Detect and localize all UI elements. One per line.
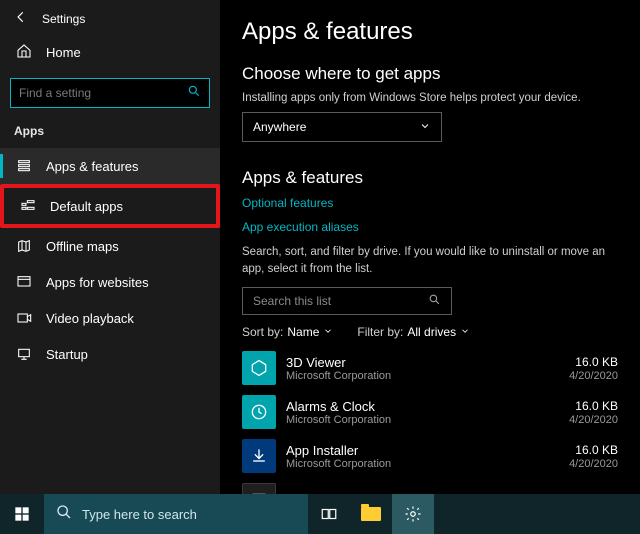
home-label: Home	[46, 45, 81, 60]
video-playback-icon	[16, 310, 32, 326]
sort-by-control[interactable]: Sort by: Name	[242, 325, 333, 339]
taskbar-search[interactable]: Type here to search	[44, 494, 308, 534]
sidebar-item-label: Offline maps	[46, 239, 119, 254]
filter-label: Filter by:	[357, 325, 403, 339]
apps-features-icon	[16, 158, 32, 174]
default-apps-icon	[20, 198, 36, 214]
sidebar: Settings Home Apps Apps & features	[0, 0, 220, 494]
search-icon	[56, 504, 72, 525]
app-name: Alarms & Clock	[286, 399, 559, 415]
file-explorer-icon[interactable]	[350, 494, 392, 534]
sidebar-section-label: Apps	[0, 118, 220, 148]
app-row[interactable]: App Installer Microsoft Corporation 16.0…	[242, 439, 618, 473]
apps-list: 3D Viewer Microsoft Corporation 16.0 KB …	[242, 351, 618, 494]
sidebar-item-apps-for-websites[interactable]: Apps for websites	[0, 264, 220, 300]
app-execution-aliases-link[interactable]: App execution aliases	[242, 220, 618, 234]
sort-value: Name	[287, 325, 319, 339]
sidebar-nav: Apps & features Default apps Offline map…	[0, 148, 220, 372]
sidebar-item-default-apps[interactable]: Default apps	[4, 188, 216, 224]
sidebar-item-label: Startup	[46, 347, 88, 362]
taskbar: Type here to search	[0, 494, 640, 534]
page-title: Apps & features	[242, 18, 618, 46]
apps-search-box[interactable]	[242, 287, 452, 315]
sidebar-item-offline-maps[interactable]: Offline maps	[0, 228, 220, 264]
app-publisher: Microsoft Corporation	[286, 370, 559, 382]
app-row[interactable]: Apple Software Update 2.38 MB	[242, 483, 618, 494]
main-content: Apps & features Choose where to get apps…	[220, 0, 640, 494]
app-size: 16.0 KB	[569, 355, 618, 369]
sidebar-item-label: Video playback	[46, 311, 134, 326]
app-row[interactable]: 3D Viewer Microsoft Corporation 16.0 KB …	[242, 351, 618, 385]
home-nav[interactable]: Home	[0, 33, 220, 72]
sort-label: Sort by:	[242, 325, 283, 339]
app-publisher: Microsoft Corporation	[286, 414, 559, 426]
search-icon	[187, 84, 201, 103]
settings-header: Settings	[0, 0, 220, 33]
app-tile-icon	[242, 395, 276, 429]
section-helper-text: Installing apps only from Windows Store …	[242, 92, 618, 104]
back-icon[interactable]	[14, 10, 28, 27]
settings-taskbar-icon[interactable]	[392, 494, 434, 534]
app-tile-icon	[242, 439, 276, 473]
optional-features-link[interactable]: Optional features	[242, 196, 618, 210]
sort-filter-bar: Sort by: Name Filter by: All drives	[242, 325, 618, 339]
sidebar-item-label: Default apps	[50, 199, 123, 214]
apps-list-description: Search, sort, and filter by drive. If yo…	[242, 244, 618, 277]
sidebar-item-startup[interactable]: Startup	[0, 336, 220, 372]
section-heading-apps: Apps & features	[242, 168, 618, 188]
app-source-dropdown[interactable]: Anywhere	[242, 112, 442, 142]
app-tile-icon	[242, 351, 276, 385]
app-size: 2.38 MB	[573, 493, 618, 494]
apps-websites-icon	[16, 274, 32, 290]
sidebar-item-video-playback[interactable]: Video playback	[0, 300, 220, 336]
dropdown-value: Anywhere	[253, 120, 306, 134]
chevron-down-icon	[419, 120, 431, 135]
sidebar-item-label: Apps & features	[46, 159, 139, 174]
app-date: 4/20/2020	[569, 370, 618, 382]
section-heading-where: Choose where to get apps	[242, 64, 618, 84]
sidebar-item-label: Apps for websites	[46, 275, 149, 290]
app-publisher: Microsoft Corporation	[286, 458, 559, 470]
app-tile-icon	[242, 483, 276, 494]
find-setting-search[interactable]	[10, 78, 210, 108]
app-size: 16.0 KB	[569, 399, 618, 413]
app-date: 4/20/2020	[569, 458, 618, 470]
taskbar-search-placeholder: Type here to search	[82, 507, 197, 522]
app-date: 4/20/2020	[569, 414, 618, 426]
start-button[interactable]	[0, 494, 44, 534]
task-view-icon[interactable]	[308, 494, 350, 534]
filter-value: All drives	[407, 325, 456, 339]
chevron-down-icon	[460, 325, 470, 339]
search-icon	[428, 293, 441, 309]
folder-icon	[361, 507, 381, 521]
filter-by-control[interactable]: Filter by: All drives	[357, 325, 470, 339]
app-row[interactable]: Alarms & Clock Microsoft Corporation 16.…	[242, 395, 618, 429]
find-setting-input[interactable]	[19, 86, 187, 100]
chevron-down-icon	[323, 325, 333, 339]
app-name: 3D Viewer	[286, 355, 559, 371]
offline-maps-icon	[16, 238, 32, 254]
sidebar-item-apps-features[interactable]: Apps & features	[0, 148, 220, 184]
startup-icon	[16, 346, 32, 362]
annotation-highlight: Default apps	[0, 184, 220, 228]
app-size: 16.0 KB	[569, 443, 618, 457]
app-name: App Installer	[286, 443, 559, 459]
window-title: Settings	[42, 12, 85, 26]
home-icon	[16, 43, 32, 62]
apps-search-input[interactable]	[253, 294, 428, 308]
